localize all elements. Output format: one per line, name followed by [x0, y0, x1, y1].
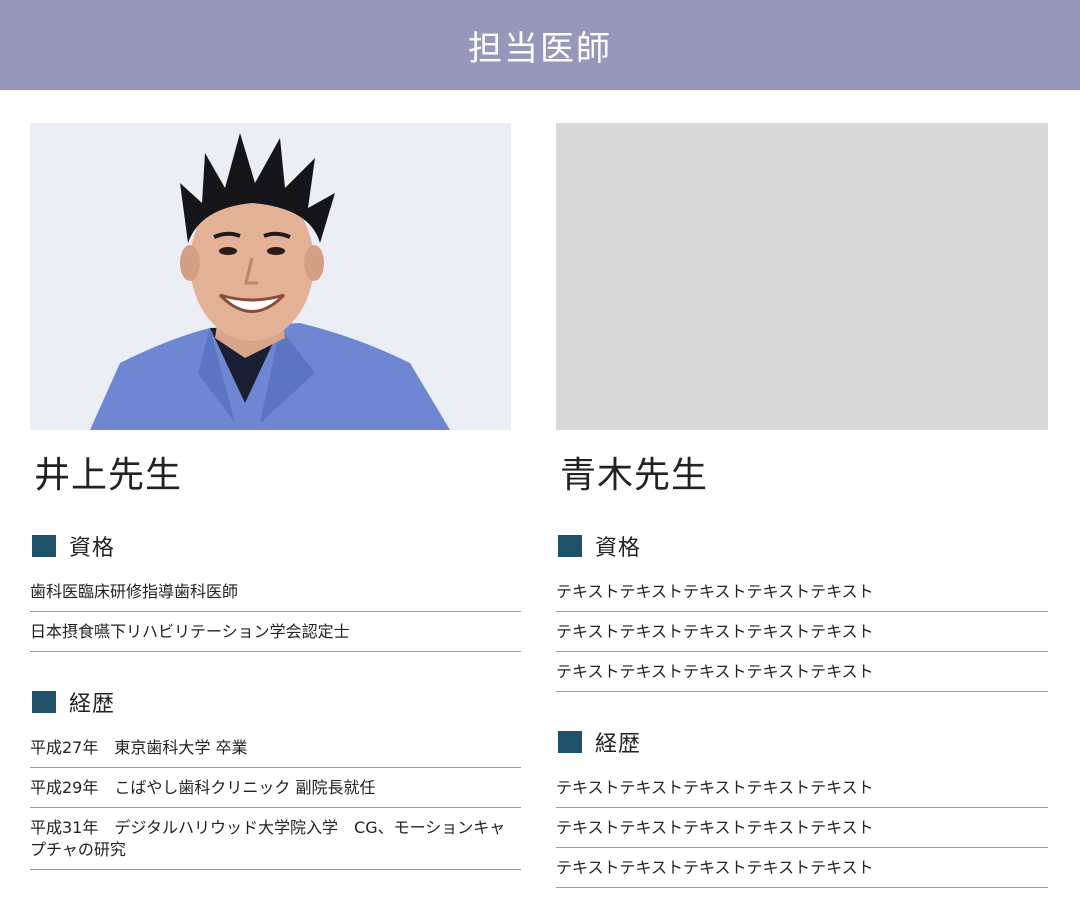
list-item: 平成31年 デジタルハリウッド大学院入学 CG、モーションキャプチャの研究: [30, 808, 521, 870]
career-list: 平成27年 東京歯科大学 卒業 平成29年 こばやし歯科クリニック 副院長就任 …: [30, 728, 521, 870]
doctors-section: 井上先生 資格 歯科医臨床研修指導歯科医師 日本摂食嚥下リハビリテーション学会認…: [0, 90, 1080, 918]
list-item: テキストテキストテキストテキストテキスト: [556, 612, 1048, 652]
qualifications-title: 資格: [595, 536, 642, 561]
list-item: 平成27年 東京歯科大学 卒業: [30, 728, 521, 768]
doctor-name: 青木先生: [560, 455, 709, 496]
qualifications-list: テキストテキストテキストテキストテキスト テキストテキストテキストテキストテキス…: [556, 572, 1048, 692]
list-item: 日本摂食嚥下リハビリテーション学会認定士: [30, 612, 521, 652]
list-item: テキストテキストテキストテキストテキスト: [556, 572, 1048, 612]
page-title: 担当医師: [468, 28, 612, 69]
doctor-card-inoue: 井上先生 資格 歯科医臨床研修指導歯科医師 日本摂食嚥下リハビリテーション学会認…: [30, 123, 521, 870]
doctor-portrait-illustration: [30, 123, 511, 430]
qualifications-list: 歯科医臨床研修指導歯科医師 日本摂食嚥下リハビリテーション学会認定士: [30, 572, 521, 652]
career-title: 経歴: [595, 732, 642, 757]
career-list: テキストテキストテキストテキストテキスト テキストテキストテキストテキストテキス…: [556, 768, 1048, 888]
list-item: テキストテキストテキストテキストテキスト: [556, 768, 1048, 808]
doctor-card-aoki: 青木先生 資格 テキストテキストテキストテキストテキスト テキストテキストテキス…: [556, 123, 1048, 888]
list-item: 歯科医臨床研修指導歯科医師: [30, 572, 521, 612]
doctor-photo-placeholder: [556, 123, 1048, 430]
doctor-name: 井上先生: [34, 455, 183, 496]
list-item: テキストテキストテキストテキストテキスト: [556, 652, 1048, 692]
career-title: 経歴: [69, 692, 116, 717]
heading-square-icon: [32, 535, 56, 557]
list-item: 平成29年 こばやし歯科クリニック 副院長就任: [30, 768, 521, 808]
heading-square-icon: [558, 535, 582, 557]
page-header: 担当医師: [0, 0, 1080, 90]
list-item: テキストテキストテキストテキストテキスト: [556, 848, 1048, 888]
heading-square-icon: [558, 731, 582, 753]
qualifications-heading: 資格: [558, 530, 1048, 562]
career-heading: 経歴: [558, 726, 1048, 758]
heading-square-icon: [32, 691, 56, 713]
qualifications-heading: 資格: [32, 530, 521, 562]
qualifications-title: 資格: [69, 536, 116, 561]
list-item: テキストテキストテキストテキストテキスト: [556, 808, 1048, 848]
doctor-photo: [30, 123, 511, 430]
career-heading: 経歴: [32, 686, 521, 718]
